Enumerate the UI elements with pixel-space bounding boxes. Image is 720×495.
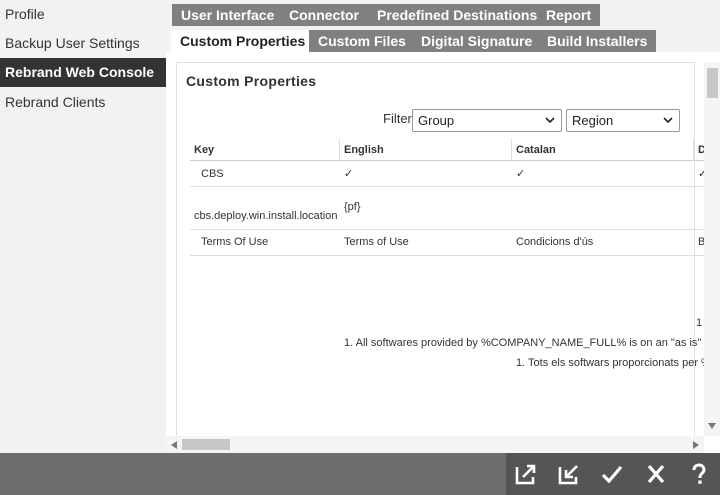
filter-label: Filter	[383, 111, 412, 126]
sidebar-item-backup-user-settings[interactable]: Backup User Settings	[0, 29, 166, 58]
check-icon	[601, 465, 623, 484]
close-icon	[647, 464, 665, 484]
content-panel: Custom Properties Filter Group Region Ke…	[166, 52, 720, 453]
column-header-catalan[interactable]: Catalan	[512, 139, 694, 161]
sidebar-item-rebrand-web-console[interactable]: Rebrand Web Console	[0, 58, 166, 87]
group-select-value: Group	[418, 113, 455, 128]
tab-build-installers[interactable]: Build Installers	[538, 30, 657, 52]
cell-catalan: Condicions d'ús	[516, 236, 594, 248]
region-select[interactable]: Region	[566, 109, 680, 132]
scroll-right-arrow-icon[interactable]	[693, 441, 699, 449]
footer-bar	[0, 453, 720, 495]
sidebar-item-profile[interactable]: Profile	[0, 0, 166, 29]
table-row[interactable]: 1. All softwares provided by %COMPANY_NA…	[190, 257, 720, 453]
page-title: Custom Properties	[186, 73, 317, 89]
cancel-button[interactable]	[636, 453, 676, 495]
vertical-scrollbar-thumb[interactable]	[707, 68, 718, 98]
scroll-left-arrow-icon[interactable]	[171, 441, 177, 449]
help-button[interactable]	[679, 453, 719, 495]
tab-report[interactable]: Report	[537, 4, 601, 26]
cell-english: Terms of Use	[344, 236, 409, 248]
sidebar: Profile Backup User Settings Rebrand Web…	[0, 0, 166, 453]
tab-predefined-destinations[interactable]: Predefined Destinations	[368, 4, 547, 26]
cell-catalan-terms: 1. Tots els softwars proporcionats per %…	[516, 357, 720, 369]
import-button[interactable]	[549, 453, 589, 495]
cell-key: Terms Of Use	[201, 236, 269, 248]
cell-english: {pf}	[344, 201, 361, 213]
tab-connector[interactable]: Connector	[280, 4, 368, 26]
chevron-down-icon	[545, 117, 555, 124]
help-icon	[692, 463, 706, 484]
table-row[interactable]: Terms Of Use Terms of Use Condicions d'ú…	[190, 231, 720, 256]
tab-custom-files[interactable]: Custom Files	[309, 30, 415, 52]
horizontal-scrollbar-thumb[interactable]	[182, 439, 230, 450]
chevron-down-icon	[663, 117, 673, 124]
region-select-value: Region	[572, 113, 614, 128]
cell-catalan: ✓	[516, 168, 526, 180]
export-button[interactable]	[506, 453, 546, 495]
table-row[interactable]: CBS ✓ ✓ ✓	[190, 162, 720, 187]
vertical-scrollbar[interactable]	[704, 62, 720, 436]
confirm-button[interactable]	[592, 453, 632, 495]
cell-english-terms: 1. All softwares provided by %COMPANY_NA…	[344, 337, 720, 349]
cell-key: CBS	[201, 168, 224, 180]
horizontal-scrollbar[interactable]	[166, 436, 704, 453]
table-row[interactable]: cbs.deploy.win.install.location {pf}	[190, 188, 720, 230]
export-icon	[515, 464, 536, 485]
table-header-row: Key English Catalan D	[190, 139, 720, 161]
tab-digital-signature[interactable]: Digital Signature	[412, 30, 542, 52]
sidebar-item-rebrand-clients[interactable]: Rebrand Clients	[0, 88, 166, 117]
column-header-key[interactable]: Key	[190, 139, 340, 161]
column-header-english[interactable]: English	[340, 139, 512, 161]
group-select[interactable]: Group	[412, 109, 562, 132]
tab-user-interface[interactable]: User Interface	[172, 4, 284, 26]
import-icon	[558, 465, 578, 485]
scroll-down-arrow-icon[interactable]	[708, 423, 716, 429]
cell-key: cbs.deploy.win.install.location	[194, 210, 338, 222]
cell-english: ✓	[344, 168, 354, 180]
